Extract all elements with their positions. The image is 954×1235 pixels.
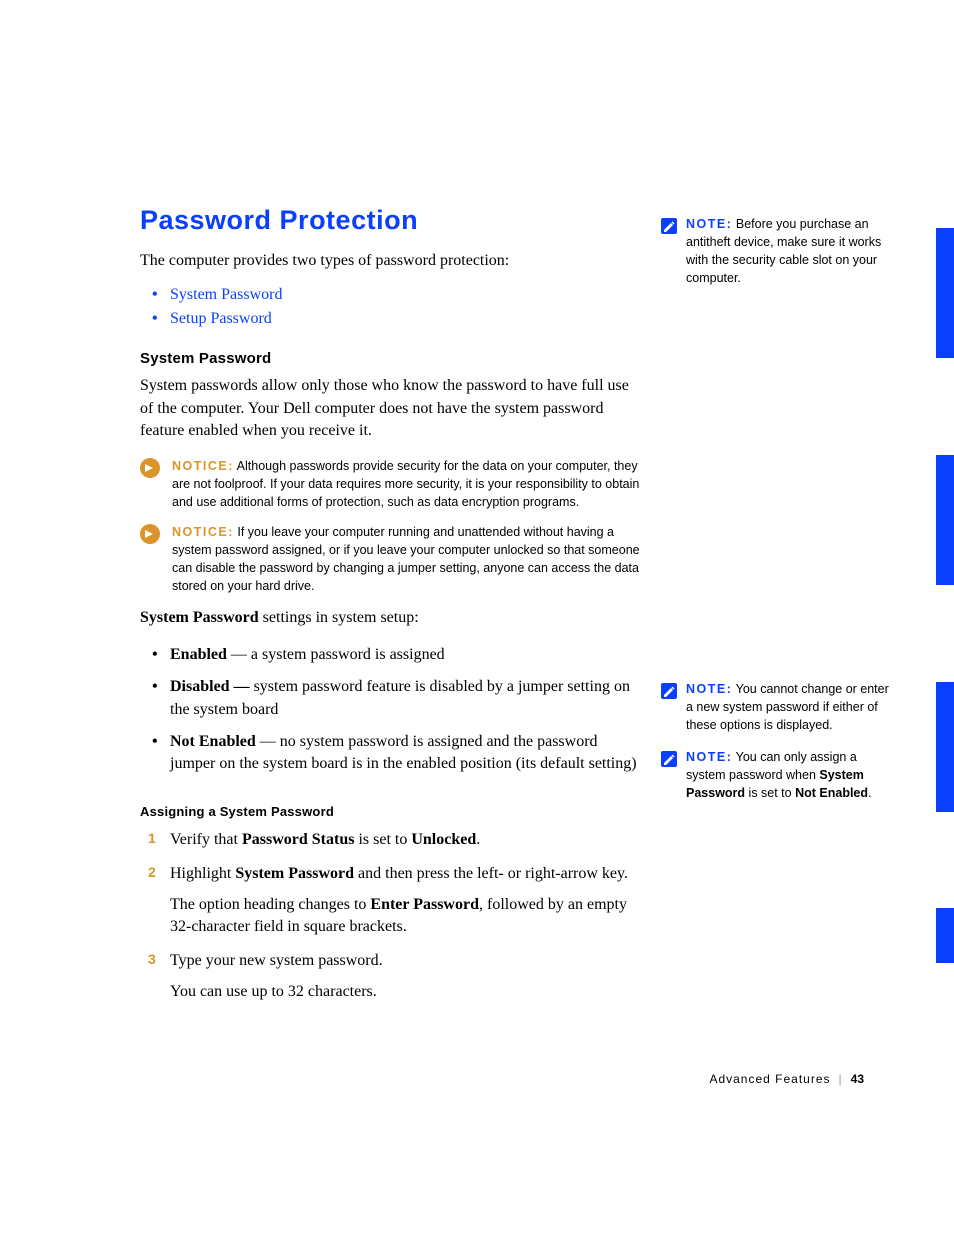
- note-block: NOTE: You can only assign a system passw…: [660, 748, 895, 802]
- note-block: NOTE: Before you purchase an antitheft d…: [660, 215, 895, 288]
- edge-tab: [936, 682, 954, 812]
- step-2: Highlight System Password and then press…: [170, 863, 645, 938]
- assign-steps: Verify that Password Status is set to Un…: [140, 829, 645, 1003]
- footer-page-number: 43: [851, 1072, 864, 1086]
- notice-text: NOTICE: Although passwords provide secur…: [172, 457, 645, 511]
- system-password-heading: System Password: [140, 350, 645, 367]
- setting-disabled: Disabled — system password feature is di…: [170, 676, 645, 721]
- right-edge-tabs: [936, 0, 954, 1235]
- step-3-detail: You can use up to 32 characters.: [170, 981, 645, 1003]
- link-setup-password[interactable]: Setup Password: [170, 310, 272, 327]
- edge-tab: [936, 908, 954, 963]
- page-footer: Advanced Features | 43: [709, 1072, 864, 1086]
- notice-text: NOTICE: If you leave your computer runni…: [172, 523, 645, 596]
- password-type-list: System Password Setup Password: [140, 286, 645, 328]
- note-text: NOTE: Before you purchase an antitheft d…: [686, 215, 895, 288]
- step-1: Verify that Password Status is set to Un…: [170, 829, 645, 851]
- setting-enabled: Enabled — a system password is assigned: [170, 644, 645, 666]
- step-3: Type your new system password. You can u…: [170, 950, 645, 1003]
- edge-tab: [936, 228, 954, 358]
- sidebar-column: NOTE: Before you purchase an antitheft d…: [660, 205, 895, 816]
- notice-block: NOTICE: Although passwords provide secur…: [140, 457, 645, 511]
- notice-label: NOTICE:: [172, 525, 234, 539]
- system-password-body: System passwords allow only those who kn…: [140, 375, 645, 442]
- settings-intro: System Password settings in system setup…: [140, 607, 645, 629]
- footer-section: Advanced Features: [709, 1072, 830, 1086]
- notice-arrow-icon: [140, 458, 160, 478]
- notice-arrow-icon: [140, 524, 160, 544]
- notice-block: NOTICE: If you leave your computer runni…: [140, 523, 645, 596]
- note-pencil-icon: [660, 217, 678, 235]
- notice-label: NOTICE:: [172, 459, 234, 473]
- assigning-heading: Assigning a System Password: [140, 804, 645, 819]
- settings-list: Enabled — a system password is assigned …: [140, 644, 645, 776]
- note-label: NOTE:: [686, 750, 732, 764]
- note-block: NOTE: You cannot change or enter a new s…: [660, 680, 895, 734]
- link-system-password[interactable]: System Password: [170, 286, 282, 303]
- note-label: NOTE:: [686, 217, 732, 231]
- intro-paragraph: The computer provides two types of passw…: [140, 250, 645, 272]
- note-pencil-icon: [660, 750, 678, 768]
- note-label: NOTE:: [686, 682, 732, 696]
- setting-not-enabled: Not Enabled — no system password is assi…: [170, 731, 645, 776]
- note-pencil-icon: [660, 682, 678, 700]
- page-title: Password Protection: [140, 205, 645, 236]
- footer-separator: |: [839, 1072, 843, 1086]
- note-text: NOTE: You can only assign a system passw…: [686, 748, 895, 802]
- step-2-detail: The option heading changes to Enter Pass…: [170, 894, 645, 939]
- main-column: Password Protection The computer provide…: [140, 205, 645, 1021]
- edge-tab: [936, 455, 954, 585]
- note-text: NOTE: You cannot change or enter a new s…: [686, 680, 895, 734]
